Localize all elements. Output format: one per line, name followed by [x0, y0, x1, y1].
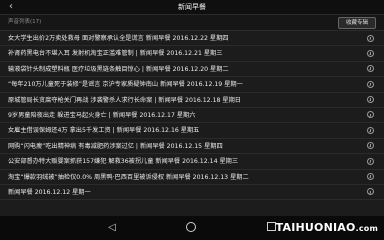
download-icon[interactable]	[367, 65, 374, 73]
episode-title: 原城管局长贪腐夺枪关门再战 涉袭警杀人求行长命案 | 新闻早餐 2016.12.…	[8, 96, 241, 104]
episode-title: 公安部督办特大贩婴案抓获157嫌犯 解救36被拐儿童 新闻早餐 2016.12.…	[8, 158, 239, 166]
download-icon[interactable]	[367, 96, 374, 104]
list-item[interactable]: “每年210万儿童死于装修”是谣言 京沪专家质疑钟南山 新闻早餐 2016.12…	[0, 77, 384, 93]
list-item[interactable]: 新闻早餐 2016.12.12 星期一	[0, 185, 384, 201]
download-icon[interactable]	[367, 142, 374, 150]
circle-home-icon	[186, 222, 196, 232]
list-item[interactable]: 公安部督办特大贩婴案抓获157嫌犯 解救36被拐儿童 新闻早餐 2016.12.…	[0, 154, 384, 170]
favorite-album-button[interactable]: 收藏专辑	[338, 17, 376, 29]
list-item[interactable]: 补肾药黑电台不堪入耳 发射机淘宝正滥难管制 | 新闻早餐 2016.12.21 …	[0, 46, 384, 62]
download-icon[interactable]	[367, 111, 374, 119]
list-item[interactable]: 网购“闪电瘦”吃出精神病 有毒减肥药涉案过亿 | 新闻早餐 2016.12.15…	[0, 139, 384, 155]
list-item[interactable]: 女大学生出价2万卖处救母 面对警察承认全是谎言 新闻早餐 2016.12.22 …	[0, 31, 384, 47]
episode-title: 9岁男童陪夜出走 躲进宝马起火身亡 | 新闻早餐 2016.12.17 星期六	[8, 111, 196, 119]
download-icon[interactable]	[367, 126, 374, 134]
home-button[interactable]	[185, 221, 197, 233]
nav-back-button[interactable]: ◁	[105, 221, 119, 235]
download-icon[interactable]	[367, 80, 374, 88]
watermark-text: TAIHUONIAO	[275, 221, 356, 234]
episode-title: “每年210万儿童死于装修”是谣言 京沪专家质疑钟南山 新闻早餐 2016.12…	[8, 81, 243, 89]
list-item[interactable]: 淘宝“爆款羽绒被”抽检仅0.0% 周黑鸭·巴西百里被诉侵权 新闻早餐 2016.…	[0, 170, 384, 185]
title-bar: ‹ 新闻早餐	[0, 0, 384, 15]
download-icon[interactable]	[367, 188, 374, 196]
list-item[interactable]: 原城管局长贪腐夺枪关门再战 涉袭警杀人求行长命案 | 新闻早餐 2016.12.…	[0, 93, 384, 108]
triangle-back-icon: ◁	[108, 222, 116, 233]
episode-title: 网购“闪电瘦”吃出精神病 有毒减肥药涉案过亿 | 新闻早餐 2016.12.15…	[8, 142, 223, 150]
chevron-left-icon: ‹	[9, 1, 13, 12]
watermark-suffix: .com	[355, 224, 378, 233]
episode-title: 女雇主借误保姆还4万 拿出5千发工资 | 新闻早餐 2016.12.16 星期五	[8, 127, 200, 135]
watermark-logo: TAIHUONIAO.com	[276, 220, 378, 236]
download-icon[interactable]	[367, 173, 374, 181]
episode-list: 女大学生出价2万卖处救母 面对警察承认全是谎言 新闻早餐 2016.12.22 …	[0, 31, 384, 216]
recent-apps-button[interactable]	[267, 222, 276, 231]
list-item[interactable]: 输液袋针头制成塑料瓶 医疗垃圾黑链条触目惊心 | 新闻早餐 2016.12.20…	[0, 62, 384, 78]
download-icon[interactable]	[367, 157, 374, 165]
episode-title: 淘宝“爆款羽绒被”抽检仅0.0% 周黑鸭·巴西百里被诉侵权 新闻早餐 2016.…	[8, 173, 249, 181]
episode-title: 女大学生出价2万卖处救母 面对警察承认全是谎言 新闻早餐 2016.12.22 …	[8, 35, 229, 42]
list-item[interactable]: 女雇主借误保姆还4万 拿出5千发工资 | 新闻早餐 2016.12.16 星期五	[0, 123, 384, 139]
episode-title: 补肾药黑电台不堪入耳 发射机淘宝正滥难管制 | 新闻早餐 2016.12.21 …	[8, 50, 223, 58]
list-item[interactable]: 9岁男童陪夜出走 躲进宝马起火身亡 | 新闻早餐 2016.12.17 星期六	[0, 108, 384, 124]
back-button[interactable]: ‹	[6, 2, 16, 12]
episode-title: 新闻早餐 2016.12.12 星期一	[8, 188, 91, 196]
page-title: 新闻早餐	[178, 3, 206, 11]
item-count-label: 声音列表(17)	[8, 19, 42, 25]
episode-title: 输液袋针头制成塑料瓶 医疗垃圾黑链条触目惊心 | 新闻早餐 2016.12.20…	[8, 65, 229, 73]
system-navigation-bar: ◁ TAIHUONIAO.com	[0, 216, 384, 240]
download-icon[interactable]	[367, 49, 374, 57]
download-icon[interactable]	[367, 34, 374, 42]
list-header: 声音列表(17) 收藏专辑	[0, 15, 384, 31]
